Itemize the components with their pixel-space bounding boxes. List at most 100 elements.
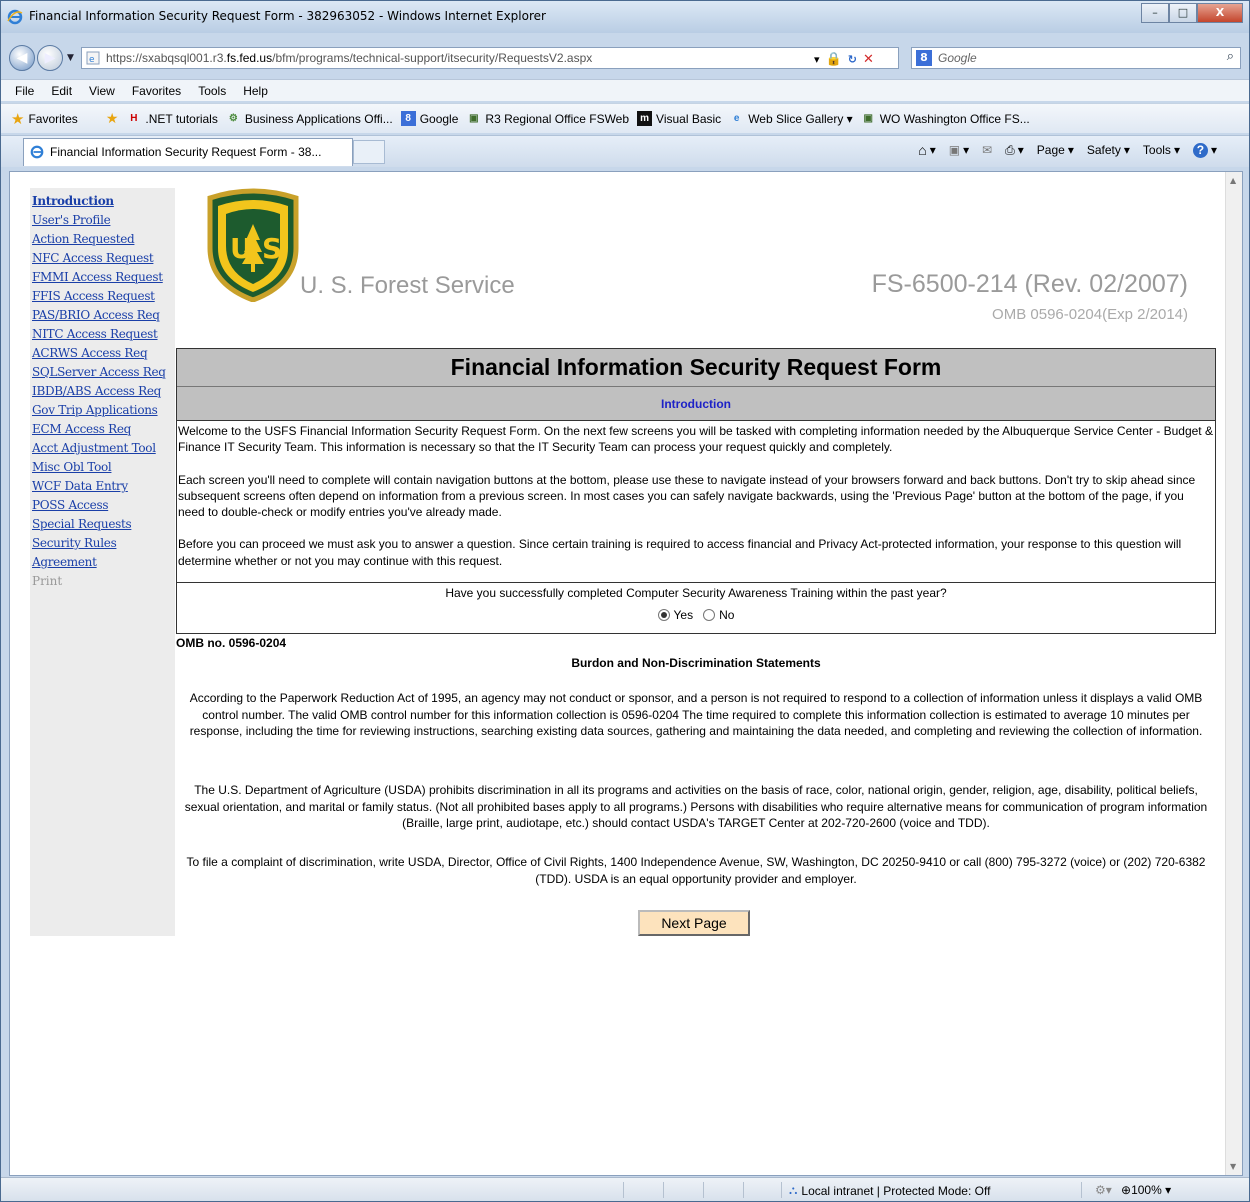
scroll-down-icon[interactable]: ▼ xyxy=(1230,1162,1236,1171)
nav-wcf-data-entry[interactable]: WCF Data Entry xyxy=(32,477,175,496)
address-tools: ▾ 🔒 ↻ ✕ xyxy=(814,50,874,68)
menu-bar: File Edit View Favorites Tools Help xyxy=(1,79,1249,101)
nav-fmmi-access-request[interactable]: FMMI Access Request xyxy=(32,268,175,287)
search-box[interactable]: 8 Google ⌕ xyxy=(911,47,1241,69)
nav-ibdb-abs-access-req[interactable]: IBDB/ABS Access Req xyxy=(32,382,175,401)
close-button[interactable]: X xyxy=(1197,3,1243,23)
menu-view[interactable]: View xyxy=(89,84,115,98)
nav-users-profile[interactable]: User's Profile xyxy=(32,211,175,230)
msdn-icon: m xyxy=(637,111,653,126)
scroll-up-icon[interactable]: ▲ xyxy=(1230,176,1236,185)
status-divider xyxy=(781,1182,782,1198)
status-divider xyxy=(1081,1182,1082,1198)
favorite-link[interactable]: m Visual Basic xyxy=(637,111,721,126)
forest-service-icon: ▣ xyxy=(863,113,873,124)
nav-security-rules[interactable]: Security Rules xyxy=(32,534,175,553)
refresh-icon[interactable]: ↻ xyxy=(848,53,857,66)
paperwork-statement: According to the Paperwork Reduction Act… xyxy=(189,691,1203,738)
internet-explorer-icon xyxy=(7,9,23,25)
security-zone[interactable]: ⛬ Local intranet | Protected Mode: Off xyxy=(789,1183,990,1198)
nav-introduction[interactable]: Introduction xyxy=(32,192,175,211)
nav-nfc-access-request[interactable]: NFC Access Request xyxy=(32,249,175,268)
favorite-link[interactable]: ▣ WO Washington Office FS... xyxy=(861,111,1029,126)
new-tab-button[interactable] xyxy=(353,140,385,164)
omb-number: OMB no. 0596-0204 xyxy=(176,636,287,650)
add-favorite-icon[interactable]: ★ xyxy=(106,110,119,127)
intro-text: Welcome to the USFS Financial Informatio… xyxy=(177,421,1215,583)
nav-special-requests[interactable]: Special Requests xyxy=(32,515,175,534)
nav-nitc-access-request[interactable]: NITC Access Request xyxy=(32,325,175,344)
intro-form: Financial Information Security Request F… xyxy=(176,348,1216,634)
favorite-link[interactable]: ▣ R3 Regional Office FSWeb xyxy=(466,111,629,126)
yes-label: Yes xyxy=(673,608,694,622)
address-bar[interactable]: e https://sxabqsql001.r3.fs.fed.us/bfm/p… xyxy=(81,47,899,69)
zoom-icon: ⊕ xyxy=(1121,1183,1132,1197)
feeds-button[interactable]: ▣ ▾ xyxy=(949,143,969,157)
nav-acct-adjustment-tool[interactable]: Acct Adjustment Tool xyxy=(32,439,175,458)
browser-window: Financial Information Security Request F… xyxy=(0,0,1250,1202)
gear-icon: ⚙ xyxy=(228,113,238,124)
browser-tab[interactable]: Financial Information Security Request F… xyxy=(23,138,353,166)
url-text[interactable]: https://sxabqsql001.r3.fs.fed.us/bfm/pro… xyxy=(106,51,592,65)
tools-menu[interactable]: Tools ▾ xyxy=(1143,143,1180,157)
no-radio[interactable] xyxy=(703,609,716,621)
back-button[interactable]: ◀ xyxy=(9,45,35,71)
nav-agreement[interactable]: Agreement xyxy=(32,553,175,572)
page-menu[interactable]: Page ▾ xyxy=(1037,143,1074,157)
intro-paragraph: Welcome to the USFS Financial Informatio… xyxy=(178,424,1213,455)
home-icon: ⌂ xyxy=(918,142,927,158)
menu-tools[interactable]: Tools xyxy=(198,84,226,98)
next-page-button[interactable]: Next Page xyxy=(638,910,750,936)
nav-sqlserver-access-req[interactable]: SQLServer Access Req xyxy=(32,363,175,382)
favorite-link[interactable]: e Web Slice Gallery ▾ xyxy=(729,111,853,126)
zoom-level[interactable]: ⊕100% ▾ xyxy=(1121,1183,1171,1197)
nav-action-requested[interactable]: Action Requested xyxy=(32,230,175,249)
forward-button[interactable]: ▶ xyxy=(37,45,63,71)
favorite-link[interactable]: H .NET tutorials xyxy=(126,111,218,126)
menu-favorites[interactable]: Favorites xyxy=(132,84,181,98)
window-controls: – □ X xyxy=(1141,3,1243,23)
yes-radio[interactable] xyxy=(657,609,670,621)
nav-acrws-access-req[interactable]: ACRWS Access Req xyxy=(32,344,175,363)
safety-menu[interactable]: Safety ▾ xyxy=(1087,143,1130,157)
print-button[interactable]: ⎙ ▾ xyxy=(1005,143,1024,158)
help-button[interactable]: ? ▾ xyxy=(1192,142,1217,158)
htmlgoodies-icon: H xyxy=(130,113,138,124)
google-icon: 8 xyxy=(400,111,416,126)
star-icon: ★ xyxy=(11,110,25,128)
menu-edit[interactable]: Edit xyxy=(51,84,72,98)
nav-ffis-access-request[interactable]: FFIS Access Request xyxy=(32,287,175,306)
training-answer-group: Yes No xyxy=(177,608,1215,622)
nav-ecm-access-req[interactable]: ECM Access Req xyxy=(32,420,175,439)
favorite-link[interactable]: ⚙ Business Applications Offi... xyxy=(226,111,393,126)
nav-gov-trip-applications[interactable]: Gov Trip Applications xyxy=(32,401,175,420)
maximize-button[interactable]: □ xyxy=(1169,3,1197,23)
dropdown-icon[interactable]: ▾ xyxy=(814,53,820,66)
search-placeholder: Google xyxy=(938,51,977,65)
lock-icon[interactable]: 🔒 xyxy=(826,52,842,67)
minimize-button[interactable]: – xyxy=(1141,3,1169,23)
nav-pas-brio-access-req[interactable]: PAS/BRIO Access Req xyxy=(32,306,175,325)
svg-text:S: S xyxy=(262,232,282,265)
search-icon[interactable]: ⌕ xyxy=(1227,49,1234,64)
nav-poss-access[interactable]: POSS Access xyxy=(32,496,175,515)
popup-blocker-icon[interactable]: ⚙▾ xyxy=(1095,1183,1112,1197)
mail-button[interactable]: ✉ xyxy=(982,143,992,157)
home-button[interactable]: ⌂ ▾ xyxy=(918,142,936,158)
title-bar: Financial Information Security Request F… xyxy=(1,1,1249,33)
no-label: No xyxy=(719,608,735,622)
favorites-button[interactable]: ★ Favorites xyxy=(11,110,78,128)
menu-help[interactable]: Help xyxy=(243,84,268,98)
status-divider xyxy=(743,1182,744,1198)
intranet-icon: ⛬ xyxy=(789,1183,798,1197)
favorite-link[interactable]: 8 Google xyxy=(400,111,458,126)
status-divider xyxy=(663,1182,664,1198)
stop-icon[interactable]: ✕ xyxy=(863,52,874,67)
non-discrimination-statement: The U.S. Department of Agriculture (USDA… xyxy=(184,783,1208,830)
menu-file[interactable]: File xyxy=(15,84,34,98)
vertical-scrollbar[interactable]: ▲ ▼ xyxy=(1225,172,1242,1175)
nav-misc-obl-tool[interactable]: Misc Obl Tool xyxy=(32,458,175,477)
help-icon: ? xyxy=(1192,142,1208,158)
recent-pages-dropdown-icon[interactable]: ▼ xyxy=(67,53,74,63)
page-icon: e xyxy=(86,51,100,65)
